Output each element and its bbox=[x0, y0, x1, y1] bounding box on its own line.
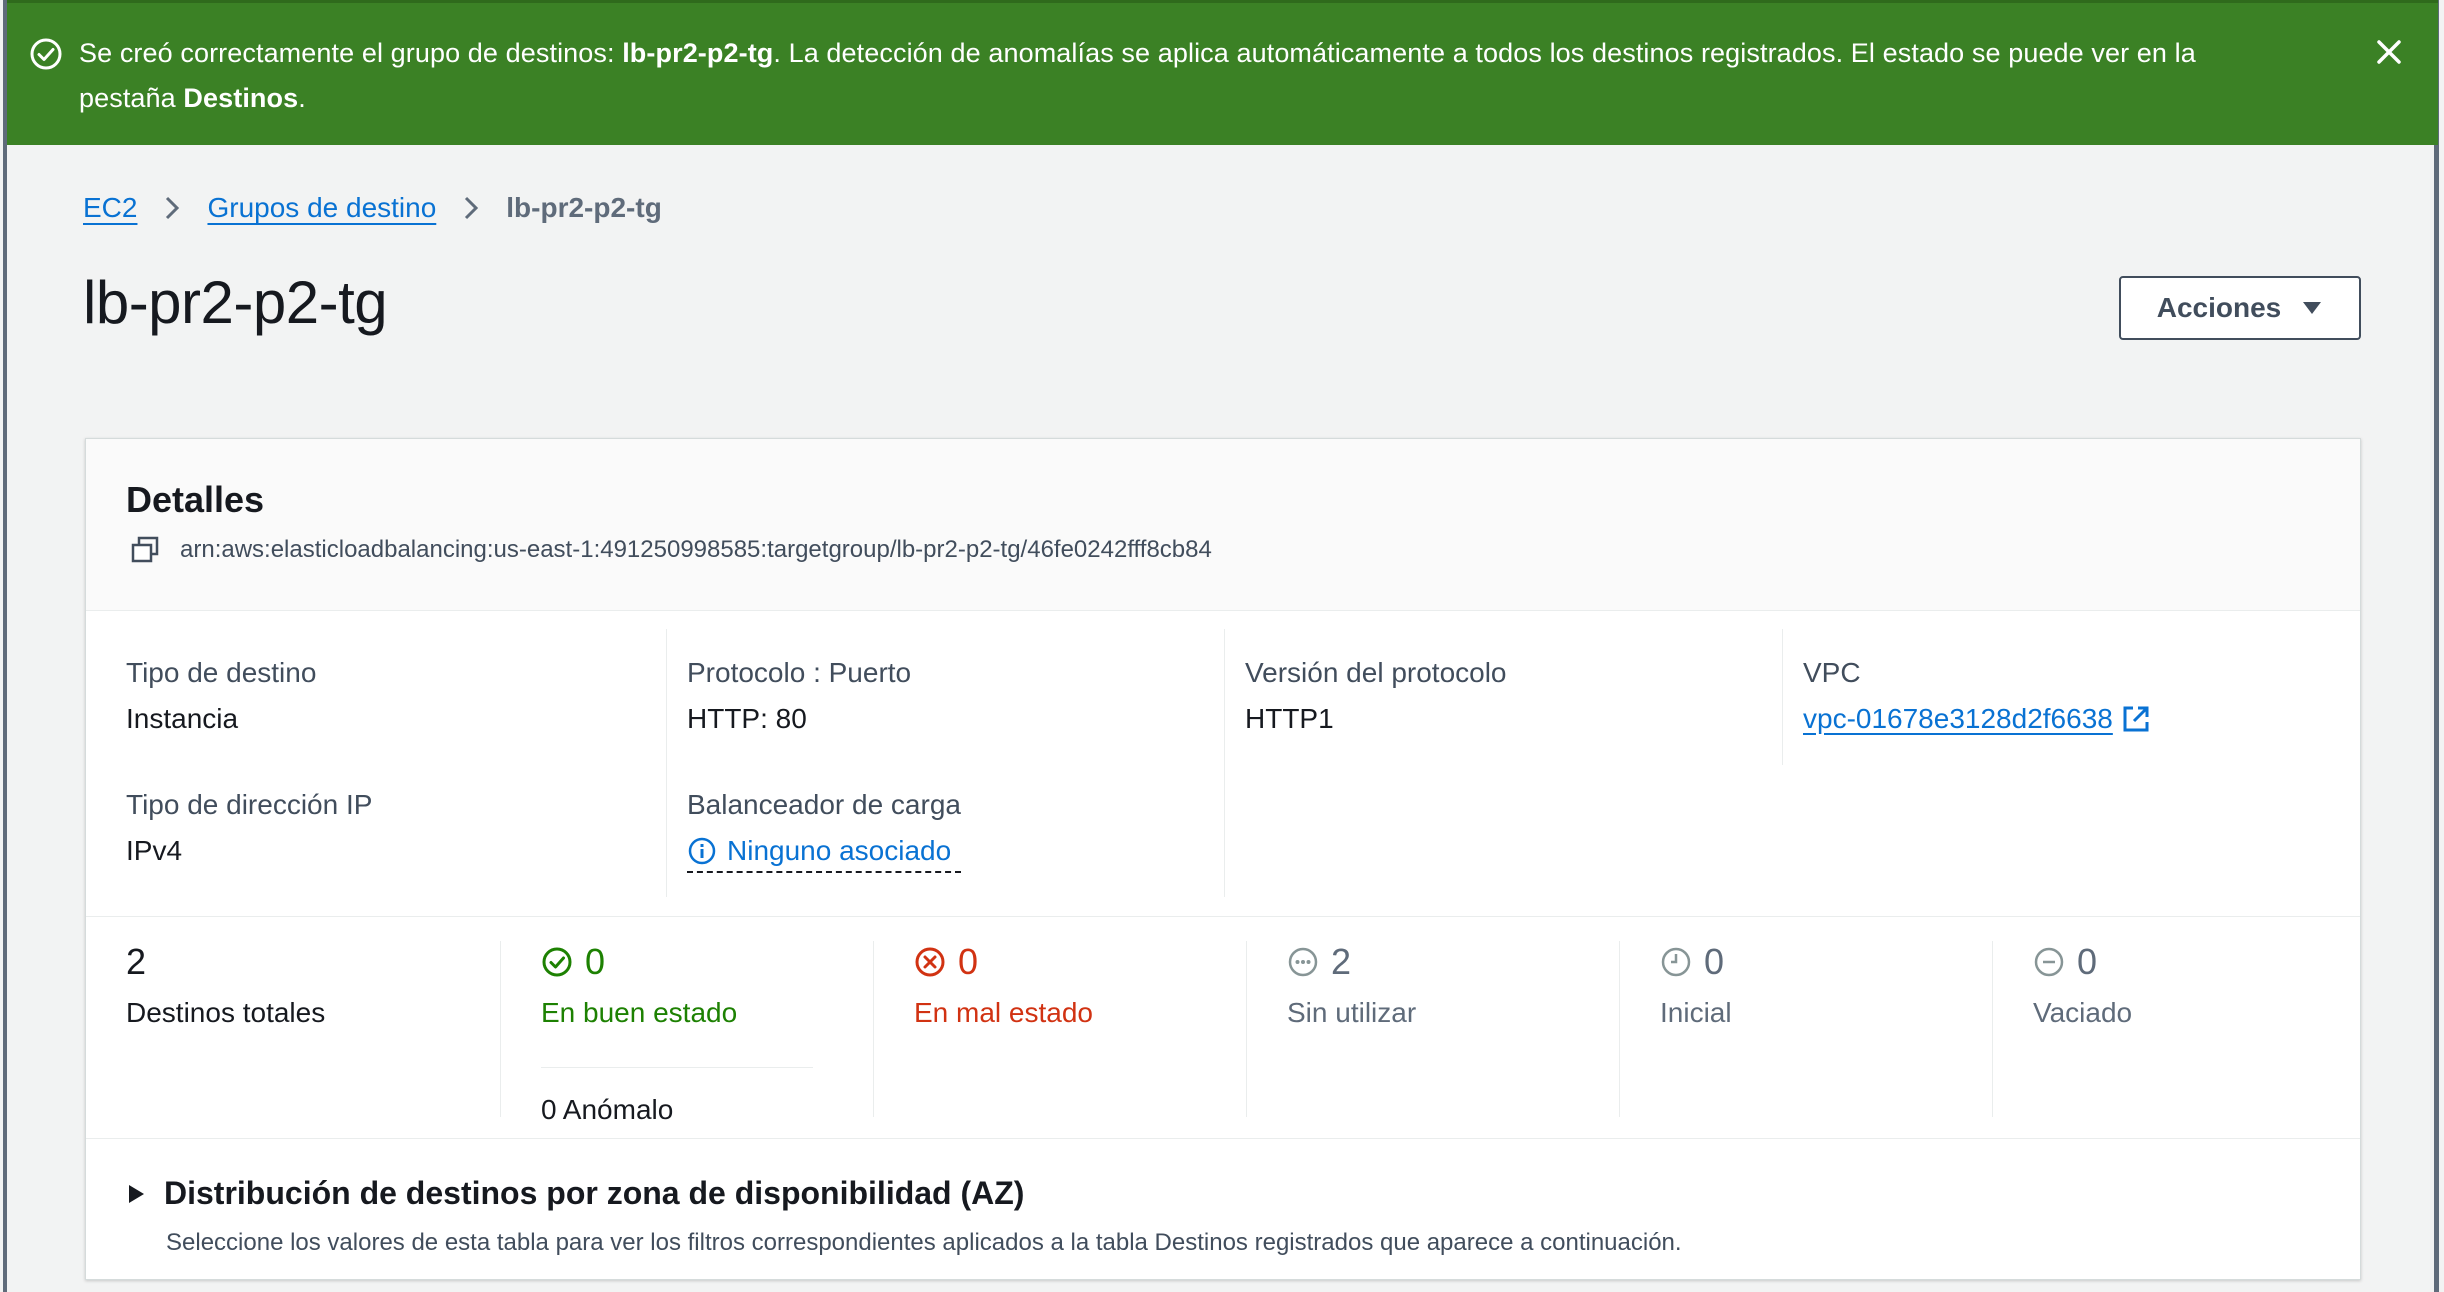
target-group-arn: arn:aws:elasticloadbalancing:us-east-1:4… bbox=[180, 536, 1212, 563]
field-target-type: Tipo de destino Instancia bbox=[126, 657, 316, 735]
stat-count-row: 0 bbox=[1660, 941, 1992, 983]
stat-count: 0 bbox=[1704, 941, 1725, 982]
arn-row: arn:aws:elasticloadbalancing:us-east-1:4… bbox=[130, 535, 1212, 565]
actions-button-label: Acciones bbox=[2156, 292, 2282, 323]
page-title: lb-pr2-p2-tg bbox=[83, 269, 388, 336]
stat-count-row: 0 bbox=[2033, 941, 2362, 983]
field-value: Instancia bbox=[126, 703, 239, 734]
stat-count: 0 bbox=[2077, 941, 2098, 982]
success-icon bbox=[30, 38, 62, 70]
details-column-2: Protocolo : Puerto HTTP: 80 Balanceador … bbox=[666, 629, 1224, 897]
flash-message-suffix: . bbox=[298, 83, 306, 113]
stat-count-row: 2 bbox=[1287, 941, 1619, 983]
stat-count-row: 0 bbox=[914, 941, 1246, 983]
field-label: VPC bbox=[1803, 657, 1861, 688]
field-protocol-version: Versión del protocolo HTTP1 bbox=[1245, 657, 1507, 735]
field-label: Protocolo : Puerto bbox=[687, 657, 912, 688]
expand-triangle-icon bbox=[129, 1184, 144, 1203]
details-card: Detalles arn:aws:elasticloadbalancing:us… bbox=[85, 438, 2361, 1280]
window-left-edge bbox=[3, 0, 7, 1292]
field-value: vpc-01678e3128d2f6638 bbox=[1803, 703, 2151, 735]
flash-tab-name: Destinos bbox=[183, 83, 299, 113]
field-ip-type: Tipo de dirección IP IPv4 bbox=[126, 789, 372, 867]
stat-initial: 0 Inicial bbox=[1619, 941, 1992, 1117]
flash-message: Se creó correctamente el grupo de destin… bbox=[79, 31, 2299, 121]
vpc-link[interactable]: vpc-01678e3128d2f6638 bbox=[1803, 703, 2113, 735]
details-column-1: Tipo de destino Instancia Tipo de direcc… bbox=[126, 629, 666, 897]
az-distribution-toggle[interactable]: Distribución de destinos por zona de dis… bbox=[126, 1175, 1024, 1212]
success-flash-banner: Se creó correctamente el grupo de destin… bbox=[7, 0, 2438, 145]
field-value: Ninguno asociado bbox=[687, 835, 961, 873]
stat-label: Vaciado bbox=[2033, 997, 2133, 1028]
field-load-balancer: Balanceador de carga Ninguno asociado bbox=[687, 789, 961, 873]
close-icon[interactable] bbox=[2370, 33, 2408, 71]
details-grid: Tipo de destino Instancia Tipo de direcc… bbox=[86, 611, 2360, 917]
details-column-4: VPC vpc-01678e3128d2f6638 bbox=[1782, 629, 2342, 765]
load-balancer-popover-trigger[interactable]: Ninguno asociado bbox=[687, 835, 961, 873]
stat-label: En mal estado bbox=[914, 997, 1093, 1028]
stat-total-targets: 2 Destinos totales bbox=[126, 941, 526, 1117]
az-distribution-title: Distribución de destinos por zona de dis… bbox=[164, 1175, 1025, 1211]
field-value: IPv4 bbox=[126, 835, 183, 866]
az-distribution-section: Distribución de destinos por zona de dis… bbox=[86, 1139, 2360, 1279]
divider bbox=[541, 1067, 813, 1068]
chevron-right-icon bbox=[166, 196, 180, 220]
field-value: HTTP1 bbox=[1245, 703, 1334, 734]
flash-message-prefix: Se creó correctamente el grupo de destin… bbox=[79, 38, 623, 68]
stat-count: 2 bbox=[1331, 941, 1352, 982]
breadcrumb-link-target-groups[interactable]: Grupos de destino bbox=[207, 192, 436, 224]
stat-count: 0 bbox=[958, 941, 979, 982]
stat-healthy: 0 En buen estado 0 Anómalo bbox=[500, 941, 873, 1125]
actions-button[interactable]: Acciones bbox=[2119, 276, 2361, 340]
az-distribution-description: Seleccione los valores de esta tabla par… bbox=[166, 1229, 1682, 1256]
breadcrumb-link-ec2[interactable]: EC2 bbox=[83, 192, 137, 224]
stat-count-row: 0 bbox=[541, 941, 873, 983]
window-right-edge bbox=[2434, 0, 2439, 1292]
copy-icon[interactable] bbox=[130, 535, 160, 565]
status-error-icon bbox=[915, 947, 945, 977]
anomalous-count: 0 Anómalo bbox=[541, 1094, 674, 1125]
status-ok-icon bbox=[542, 947, 572, 977]
stat-label: Inicial bbox=[1660, 997, 1732, 1028]
field-label: Balanceador de carga bbox=[687, 789, 961, 820]
stat-label: En buen estado bbox=[541, 997, 738, 1028]
stat-label: Destinos totales bbox=[126, 997, 326, 1028]
field-label: Tipo de dirección IP bbox=[126, 789, 373, 820]
details-card-header: Detalles arn:aws:elasticloadbalancing:us… bbox=[86, 439, 2360, 611]
status-draining-icon bbox=[2034, 947, 2064, 977]
stat-draining: 0 Vaciado bbox=[1992, 941, 2362, 1117]
stat-unused: 2 Sin utilizar bbox=[1246, 941, 1619, 1117]
status-initial-icon bbox=[1661, 947, 1691, 977]
stat-label: Sin utilizar bbox=[1287, 997, 1417, 1028]
field-vpc: VPC vpc-01678e3128d2f6638 bbox=[1803, 657, 2151, 735]
status-unused-icon bbox=[1288, 947, 1318, 977]
external-link-icon[interactable] bbox=[2121, 704, 2151, 734]
field-value: HTTP: 80 bbox=[687, 703, 807, 734]
details-title: Detalles bbox=[126, 479, 265, 520]
field-label: Versión del protocolo bbox=[1245, 657, 1507, 688]
chevron-right-icon bbox=[465, 196, 479, 220]
field-protocol-port: Protocolo : Puerto HTTP: 80 bbox=[687, 657, 911, 735]
load-balancer-value: Ninguno asociado bbox=[727, 835, 952, 866]
info-icon bbox=[688, 837, 716, 865]
flash-target-group-name: lb-pr2-p2-tg bbox=[622, 38, 774, 68]
caret-down-icon bbox=[2303, 302, 2322, 314]
stat-count: 0 bbox=[585, 941, 606, 982]
stat-unhealthy: 0 En mal estado bbox=[873, 941, 1246, 1117]
breadcrumb-current: lb-pr2-p2-tg bbox=[506, 192, 662, 223]
details-column-3: Versión del protocolo HTTP1 bbox=[1224, 629, 1782, 897]
breadcrumb: EC2 Grupos de destino lb-pr2-p2-tg bbox=[83, 188, 662, 228]
stat-count: 2 bbox=[126, 941, 147, 982]
field-label: Tipo de destino bbox=[126, 657, 317, 688]
target-status-summary: 2 Destinos totales 0 En buen estado 0 An… bbox=[86, 917, 2360, 1139]
console-frame: Se creó correctamente el grupo de destin… bbox=[3, 0, 2439, 1292]
